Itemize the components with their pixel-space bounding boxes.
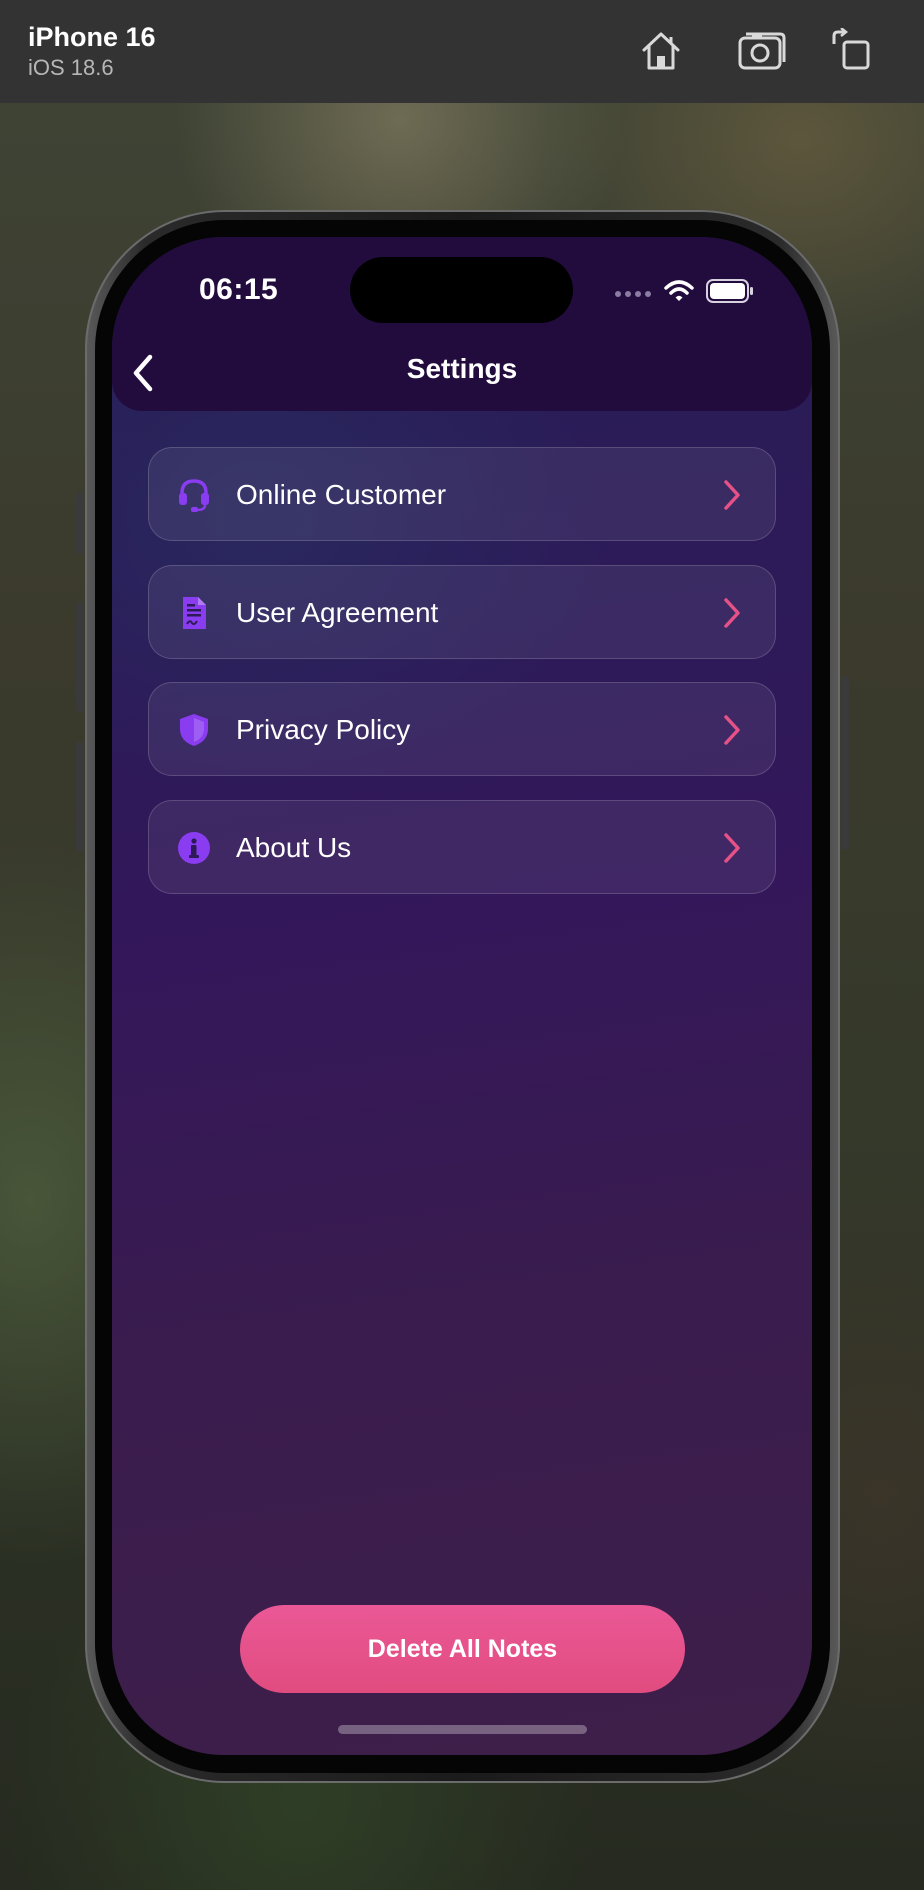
volume-down-button — [76, 742, 84, 852]
wifi-icon — [664, 279, 694, 308]
simulator-toolbar: iPhone 16 iOS 18.6 — [0, 0, 924, 103]
menu-item-user-agreement[interactable]: User Agreement — [148, 564, 776, 659]
menu-item-label: Online Customer — [236, 479, 447, 510]
chevron-right-icon — [721, 596, 743, 630]
cellular-dots-icon — [614, 285, 652, 303]
status-icons — [614, 279, 754, 308]
action-button — [76, 492, 84, 554]
info-icon — [177, 831, 211, 865]
headset-icon — [177, 478, 211, 512]
delete-all-notes-button[interactable]: Delete All Notes — [240, 1605, 685, 1693]
home-icon[interactable] — [638, 28, 684, 74]
navigation-header: 06:15 Settings — [112, 237, 812, 411]
chevron-right-icon — [721, 713, 743, 747]
battery-icon — [706, 279, 754, 308]
power-button — [841, 676, 849, 850]
page-title: Settings — [406, 353, 518, 384]
document-icon — [177, 596, 211, 630]
rotate-icon[interactable] — [830, 27, 876, 74]
status-time: 06:15 — [199, 273, 279, 306]
home-indicator[interactable] — [338, 1725, 587, 1734]
phone-screen: 06:15 Settings Online Customer User Agre… — [112, 237, 812, 1755]
device-name: iPhone 16 — [28, 22, 156, 52]
menu-item-online-customer[interactable]: Online Customer — [148, 447, 776, 541]
os-version: iOS 18.6 — [28, 55, 114, 80]
dynamic-island — [350, 257, 573, 323]
shield-icon — [177, 713, 211, 747]
volume-up-button — [76, 602, 84, 712]
menu-item-label: About Us — [236, 831, 352, 863]
screenshot-icon[interactable] — [738, 28, 786, 74]
menu-item-privacy-policy[interactable]: Privacy Policy — [148, 682, 776, 776]
menu-item-label: Privacy Policy — [236, 714, 411, 745]
menu-item-label: User Agreement — [236, 596, 439, 628]
settings-menu: Online Customer User Agreement Privacy P… — [148, 447, 776, 917]
chevron-right-icon — [721, 831, 743, 865]
chevron-right-icon — [721, 478, 743, 512]
menu-item-about-us[interactable]: About Us — [148, 799, 776, 894]
